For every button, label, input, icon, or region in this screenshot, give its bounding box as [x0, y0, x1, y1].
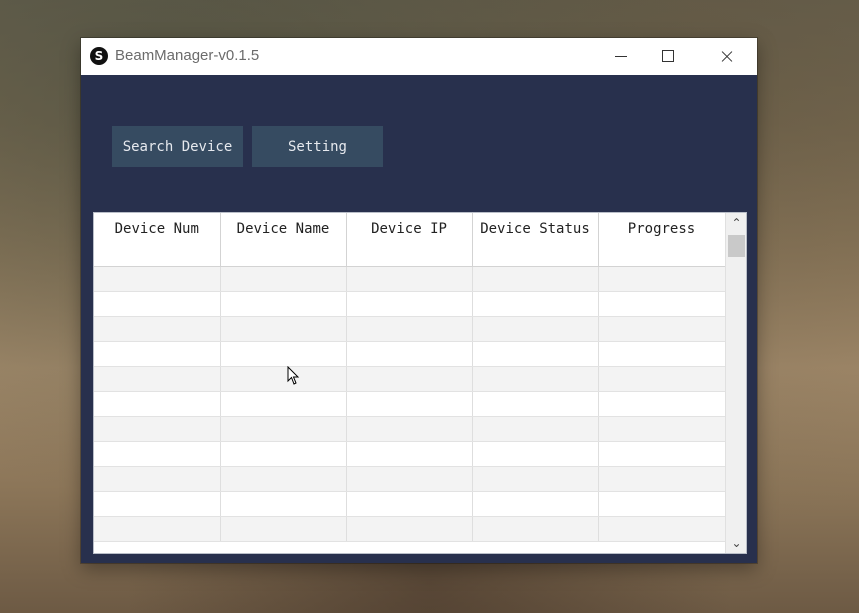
table-row[interactable]: [94, 416, 726, 442]
table-cell[interactable]: [94, 466, 221, 492]
table-cell[interactable]: [94, 316, 221, 342]
table-row[interactable]: [94, 391, 726, 417]
table-cell[interactable]: [94, 416, 221, 442]
table-cell[interactable]: [94, 491, 221, 517]
column-header-device-num[interactable]: Device Num: [94, 213, 221, 267]
table-body: [94, 266, 726, 542]
device-table: Device Num Device Name Device IP Device …: [93, 212, 747, 554]
table-row[interactable]: [94, 516, 726, 542]
table-cell[interactable]: [598, 341, 726, 367]
title-bar: S BeamManager-v0.1.5: [81, 38, 757, 75]
minimize-icon[interactable]: [598, 38, 644, 75]
table-cell[interactable]: [598, 366, 726, 392]
scrollbar-thumb[interactable]: [728, 235, 745, 257]
table-cell[interactable]: [346, 366, 473, 392]
table-cell[interactable]: [220, 366, 347, 392]
setting-button[interactable]: Setting: [252, 126, 383, 167]
table-row[interactable]: [94, 291, 726, 317]
table-cell[interactable]: [472, 416, 599, 442]
table-cell[interactable]: [94, 341, 221, 367]
table-cell[interactable]: [220, 341, 347, 367]
table-cell[interactable]: [598, 391, 726, 417]
table-cell[interactable]: [598, 516, 726, 542]
table-cell[interactable]: [598, 491, 726, 517]
table-cell[interactable]: [472, 316, 599, 342]
table-cell[interactable]: [346, 266, 473, 292]
maximize-icon[interactable]: [644, 38, 690, 75]
table-cell[interactable]: [346, 416, 473, 442]
table-cell[interactable]: [346, 316, 473, 342]
close-icon[interactable]: [704, 38, 750, 75]
mouse-pointer-icon: [287, 366, 300, 385]
table-cell[interactable]: [220, 266, 347, 292]
table-cell[interactable]: [346, 491, 473, 517]
table-row[interactable]: [94, 441, 726, 467]
table-cell[interactable]: [472, 366, 599, 392]
table-row[interactable]: [94, 466, 726, 492]
table-row[interactable]: [94, 266, 726, 292]
table-cell[interactable]: [346, 466, 473, 492]
window-title: BeamManager-v0.1.5: [115, 47, 260, 64]
table-cell[interactable]: [472, 291, 599, 317]
table-cell[interactable]: [598, 316, 726, 342]
chevron-down-icon[interactable]: ⌄: [726, 533, 746, 553]
table-cell[interactable]: [472, 466, 599, 492]
table-cell[interactable]: [220, 316, 347, 342]
app-window: S BeamManager-v0.1.5 Search Device Setti…: [81, 38, 757, 563]
app-logo-icon: S: [90, 47, 108, 65]
table-cell[interactable]: [346, 341, 473, 367]
table-cell[interactable]: [94, 516, 221, 542]
table-cell[interactable]: [94, 441, 221, 467]
column-header-device-ip[interactable]: Device IP: [346, 213, 473, 267]
table-cell[interactable]: [220, 416, 347, 442]
table-row[interactable]: [94, 491, 726, 517]
table-row[interactable]: [94, 366, 726, 392]
column-header-device-status[interactable]: Device Status: [472, 213, 599, 267]
table-cell[interactable]: [598, 441, 726, 467]
search-device-button[interactable]: Search Device: [112, 126, 243, 167]
table-row[interactable]: [94, 341, 726, 367]
chevron-up-icon[interactable]: ⌃: [726, 213, 746, 233]
table-cell[interactable]: [472, 391, 599, 417]
table-cell[interactable]: [472, 341, 599, 367]
table-cell[interactable]: [598, 266, 726, 292]
table-cell[interactable]: [346, 441, 473, 467]
table-cell[interactable]: [94, 266, 221, 292]
table-cell[interactable]: [346, 291, 473, 317]
table-cell[interactable]: [220, 491, 347, 517]
table-cell[interactable]: [220, 291, 347, 317]
table-row[interactable]: [94, 316, 726, 342]
table-cell[interactable]: [94, 366, 221, 392]
table-cell[interactable]: [220, 391, 347, 417]
column-header-device-name[interactable]: Device Name: [220, 213, 347, 267]
table-cell[interactable]: [346, 391, 473, 417]
table-cell[interactable]: [598, 416, 726, 442]
table-cell[interactable]: [472, 491, 599, 517]
table-cell[interactable]: [220, 516, 347, 542]
column-header-progress[interactable]: Progress: [598, 213, 726, 267]
table-cell[interactable]: [598, 466, 726, 492]
table-cell[interactable]: [472, 516, 599, 542]
table-cell[interactable]: [598, 291, 726, 317]
table-cell[interactable]: [472, 266, 599, 292]
table-header-row: Device Num Device Name Device IP Device …: [94, 213, 726, 267]
vertical-scrollbar[interactable]: ⌃ ⌄: [725, 213, 746, 553]
table-cell[interactable]: [220, 466, 347, 492]
table-cell[interactable]: [472, 441, 599, 467]
table-cell[interactable]: [94, 291, 221, 317]
table-cell[interactable]: [94, 391, 221, 417]
table-cell[interactable]: [220, 441, 347, 467]
table-cell[interactable]: [346, 516, 473, 542]
